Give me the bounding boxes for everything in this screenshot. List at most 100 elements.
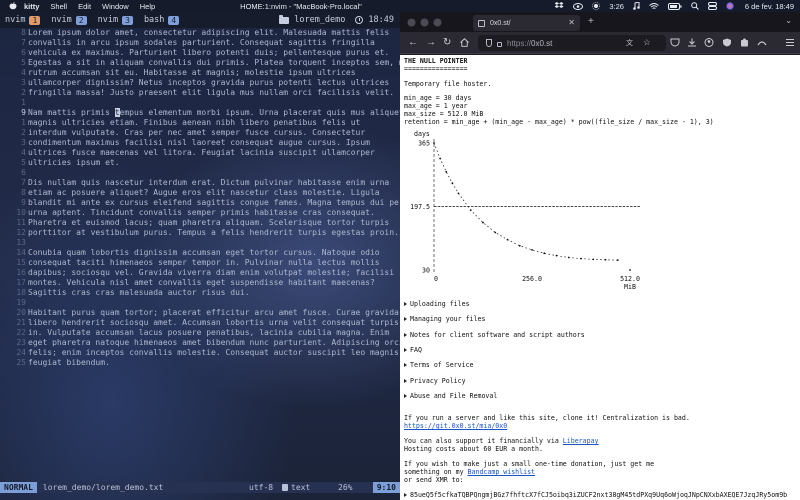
buffer-line[interactable]: 12 porttitor at vestibulum purus. Tempus … <box>0 228 400 238</box>
terminal-window[interactable]: nvim 1 nvim 2 nvim 3 bash 4 lorem_demo 18:49… <box>0 12 400 500</box>
chevron-down-icon[interactable]: ⌄ <box>785 16 792 25</box>
buffer-line[interactable]: 4 rutrum accumsan sit eu. Habitasse at ma… <box>0 68 400 78</box>
terminal-tab-4[interactable]: bash 4 <box>144 15 185 25</box>
menu-app-name[interactable]: kitty <box>24 2 39 11</box>
buffer-line[interactable]: 6 vehicula ex maximus. Parturient libero … <box>0 48 400 58</box>
buffer-line[interactable]: 4 ultrices fusce maecenas vel litora. Feu… <box>0 148 400 158</box>
download-icon[interactable] <box>687 38 697 47</box>
buffer-line[interactable]: 8 Lorem ipsum dolor amet, consectetur adi… <box>0 28 400 38</box>
session-name: lorem_demo <box>294 15 346 25</box>
buffer-line[interactable]: 2 fringilla massa! Justo praesent elit li… <box>0 88 400 98</box>
container-icon[interactable] <box>757 38 767 47</box>
buffer-line[interactable]: 18 Sagittis cras cras malesuada auctor ri… <box>0 288 400 298</box>
xmr-address[interactable]: 85ueQ5f5cfkaTQBPQngmjBGz7fhftcX7fCJ5oibq… <box>404 491 787 499</box>
search-icon[interactable] <box>691 2 699 10</box>
buffer-line[interactable]: 3 condimentum maximus facilisi nisl laore… <box>0 138 400 148</box>
buffer-line[interactable]: 15 consequat taciti himenaeos semper temp… <box>0 258 400 268</box>
line-number: 3 <box>21 78 26 87</box>
terminal-tab-3[interactable]: nvim 3 <box>98 15 139 25</box>
buffer-line[interactable]: 19 <box>0 298 400 308</box>
buffer-line[interactable]: 21 libero hendrerit sociosqu amet. Accums… <box>0 318 400 328</box>
control-center-icon[interactable] <box>707 2 717 10</box>
menu-item-window[interactable]: Window <box>102 2 129 11</box>
buffer-line[interactable]: 5 Egestas a sit in aliquam convallis dui … <box>0 58 400 68</box>
buffer-line[interactable]: 25 feugiat bibendum. <box>0 358 400 368</box>
section-managing-files[interactable]: Managing your files <box>404 315 485 323</box>
line-number: 6 <box>21 168 26 177</box>
buffer-line[interactable]: 1 <box>0 98 400 108</box>
tab-number: 2 <box>75 15 87 25</box>
buffer-line[interactable]: 8 etiam ac posuere aliquet? Augue eros el… <box>0 188 400 198</box>
account-icon[interactable] <box>704 38 714 47</box>
lock-icon[interactable] <box>497 41 502 47</box>
dropbox-icon[interactable] <box>555 2 564 10</box>
buffer-line[interactable]: 11 Pharetra et euismod lacus; quam pharet… <box>0 218 400 228</box>
current-buffer-line[interactable]: 9 Nam mattis primis tempus elementum morb… <box>0 108 400 118</box>
close-window-icon[interactable] <box>407 18 416 27</box>
buffer-line[interactable]: 24 felis; enim inceptos convallis molesti… <box>0 348 400 358</box>
extension-icon[interactable] <box>740 38 750 47</box>
brightness-icon[interactable] <box>592 2 601 10</box>
buffer-line[interactable]: 10 urna aptent. Tincidunt convallis sempe… <box>0 208 400 218</box>
menu-item-help[interactable]: Help <box>140 2 155 11</box>
buffer-line[interactable]: 17 montes. Vehicula nisl amet convallis e… <box>0 278 400 288</box>
line-number: 12 <box>16 228 26 237</box>
buffer-line[interactable]: 2 interdum vulputate. Cras per nec amet s… <box>0 128 400 138</box>
back-icon[interactable]: ← <box>408 37 418 49</box>
section-terms[interactable]: Terms of Service <box>404 361 474 369</box>
browser-tab-0x0[interactable]: 0x0.st/ ✕ <box>473 15 580 31</box>
buffer-line[interactable]: 13 <box>0 238 400 248</box>
new-tab-icon[interactable]: + <box>588 16 594 27</box>
music-icon[interactable] <box>633 2 640 10</box>
buffer-line[interactable]: 1 magnis ultricies etiam. Finibus aenean … <box>0 118 400 128</box>
reload-icon[interactable]: ↻ <box>443 37 451 49</box>
minimize-window-icon[interactable] <box>420 18 429 27</box>
section-privacy[interactable]: Privacy Policy <box>404 377 466 385</box>
buffer-line[interactable]: 22 in. Vulputate accumsan lacus posuere p… <box>0 328 400 338</box>
section-faq[interactable]: FAQ <box>404 346 422 354</box>
buffer-line[interactable]: 14 Conubia quam lobortis dignissim accums… <box>0 248 400 258</box>
line-number: 8 <box>21 188 26 197</box>
terminal-tab-1[interactable]: nvim 1 <box>5 15 46 25</box>
section-abuse[interactable]: Abuse and File Removal <box>404 392 497 400</box>
shield-icon[interactable] <box>486 39 492 47</box>
menu-icon[interactable] <box>786 38 794 47</box>
liberapay-link[interactable]: Liberapay <box>563 437 599 445</box>
buffer-line[interactable]: 7 Dis nullam quis nascetur interdum erat.… <box>0 178 400 188</box>
wifi-icon[interactable] <box>649 2 659 10</box>
url-bar[interactable]: https://0x0.st <box>478 35 666 51</box>
maximize-window-icon[interactable] <box>433 18 442 27</box>
buffer-line[interactable]: 23 eget pharetra natoque himenaeos amet b… <box>0 338 400 348</box>
line-number: 7 <box>21 178 26 187</box>
git-link[interactable]: https://git.0x0.st/mia/0x0 <box>404 422 507 430</box>
pocket-icon[interactable] <box>670 38 680 47</box>
nvim-editor-buffer[interactable]: 8 Lorem ipsum dolor amet, consectetur adi… <box>0 28 400 494</box>
shield-extension-icon[interactable] <box>722 38 732 47</box>
siri-icon[interactable] <box>726 2 734 10</box>
menu-item-shell[interactable]: Shell <box>50 2 67 11</box>
bandcamp-wishlist-link[interactable]: Bandcamp wishlist <box>468 468 536 476</box>
buffer-line[interactable]: 7 convallis in arcu ipsum sodales parturi… <box>0 38 400 48</box>
buffer-line[interactable]: 3 ullamcorper dignissim? Netus inceptos g… <box>0 78 400 88</box>
buffer-line[interactable]: 9 blandit mi ante ex cursus eleifend sagi… <box>0 198 400 208</box>
home-icon[interactable] <box>460 38 469 47</box>
eye-icon[interactable] <box>573 2 584 10</box>
buffer-line[interactable]: 20 Habitant purus quam tortor; placerat e… <box>0 308 400 318</box>
section-uploading-files[interactable]: Uploading files <box>404 300 470 308</box>
close-tab-icon[interactable]: ✕ <box>568 18 575 27</box>
buffer-line[interactable]: 5 ultricies ipsum et. <box>0 158 400 168</box>
forward-icon[interactable]: → <box>426 37 436 49</box>
buffer-line[interactable]: 16 dapibus; sociosqu vel. Gravida viverra… <box>0 268 400 278</box>
buffer-line[interactable]: 6 <box>0 168 400 178</box>
terminal-tab-2[interactable]: nvim 2 <box>51 15 92 25</box>
line-text: etiam ac posuere aliquet? Augue eros eli… <box>28 188 380 197</box>
line-text: condimentum maximus facilisi nisl laoree… <box>28 138 370 147</box>
date-time[interactable]: 6 de fev. 18:49 <box>745 2 794 11</box>
apple-icon[interactable] <box>9 2 17 10</box>
translate-icon[interactable]: 文 <box>626 38 636 47</box>
battery-icon[interactable] <box>667 2 682 10</box>
line-number: 22 <box>16 328 26 337</box>
menu-item-edit[interactable]: Edit <box>78 2 91 11</box>
bookmark-star-icon[interactable]: ☆ <box>643 37 651 48</box>
section-client-notes[interactable]: Notes for client software and script aut… <box>404 331 585 339</box>
